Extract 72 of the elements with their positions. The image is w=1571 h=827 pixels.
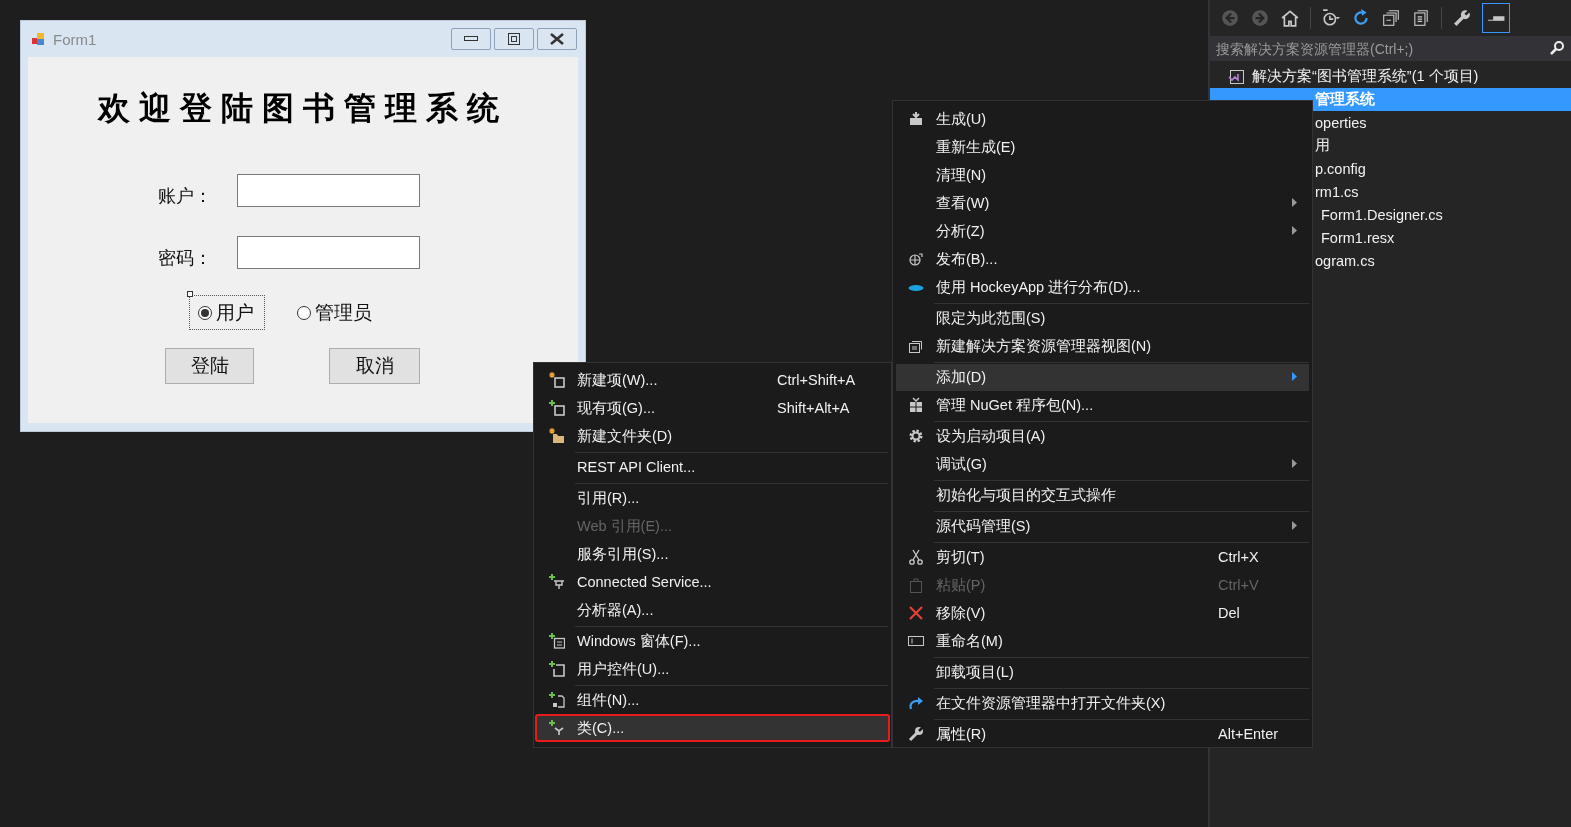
menu-item[interactable]: 调试(G) <box>894 450 1311 478</box>
copy-pages-icon[interactable] <box>1411 8 1431 28</box>
menu-item[interactable]: 服务引用(S)... <box>535 540 890 568</box>
gear-icon <box>908 428 924 444</box>
input-field[interactable] <box>237 235 420 269</box>
tree-item[interactable]: rm1.cs <box>1315 183 1359 200</box>
class-icon <box>549 720 565 736</box>
menu-item[interactable]: 清理(N) <box>894 161 1311 189</box>
history-icon[interactable] <box>1321 8 1341 28</box>
menu-item[interactable]: 重新生成(E) <box>894 133 1311 161</box>
menu-item[interactable]: 发布(B)... <box>894 245 1311 273</box>
menu-item[interactable]: 新建项(W)... Ctrl+Shift+A <box>535 366 890 394</box>
menu-item[interactable]: 新建解决方案资源管理器视图(N) <box>894 332 1311 360</box>
refresh-icon[interactable] <box>1351 8 1371 28</box>
search-field[interactable]: 搜索解决方案资源管理器(Ctrl+;) <box>1210 36 1571 61</box>
menu-item[interactable]: 新建文件夹(D) <box>535 422 890 450</box>
menu-item[interactable]: 用户控件(U)... <box>535 655 890 683</box>
build-icon <box>908 111 924 127</box>
new-item-icon <box>549 372 565 388</box>
close-icon <box>550 33 564 45</box>
window-title: Form1 <box>53 30 98 48</box>
maximize-button[interactable] <box>494 28 534 50</box>
menu-item[interactable]: 添加(D) <box>894 360 1311 391</box>
menu-item[interactable]: 分析器(A)... <box>535 596 890 624</box>
solution-icon <box>1228 68 1244 85</box>
form-button[interactable]: 登陆 <box>165 348 254 384</box>
control-icon <box>549 661 565 677</box>
search-icon <box>1549 40 1565 56</box>
tree-item[interactable]: Form1.Designer.cs <box>1321 206 1443 223</box>
collapse-icon[interactable] <box>1381 8 1401 28</box>
minimize-button[interactable] <box>451 28 491 50</box>
menu-item[interactable]: 现有项(G)... Shift+Alt+A <box>535 394 890 422</box>
menu-item[interactable]: 生成(U) <box>894 105 1311 133</box>
wrench-icon <box>908 726 924 742</box>
menu-item[interactable]: 移除(V) Del <box>894 599 1311 627</box>
menu-item[interactable]: 重命名(M) <box>894 627 1311 655</box>
tree-item[interactable]: 解决方案“图书管理系统”(1 个项目) <box>1252 67 1479 86</box>
tree-item[interactable]: 用 <box>1315 136 1330 155</box>
windows-icon <box>908 338 924 354</box>
heading: 欢迎登陆图书管理系统 <box>98 88 508 129</box>
close-button[interactable] <box>537 28 577 50</box>
rename-icon <box>908 633 924 649</box>
redo-arrow-icon <box>908 695 924 711</box>
tree-item[interactable]: p.config <box>1315 160 1366 177</box>
menu-item[interactable]: 管理 NuGet 程序包(N)... <box>894 391 1311 419</box>
maximize-icon <box>508 33 520 45</box>
globe-icon <box>908 251 924 267</box>
tree-item[interactable]: operties <box>1315 114 1367 131</box>
input-field[interactable] <box>237 173 420 207</box>
field-label: 账户： <box>158 185 213 208</box>
radio-button[interactable]: 管理员 <box>288 295 383 330</box>
tree-item[interactable]: ogram.cs <box>1315 252 1375 269</box>
minimize-icon <box>464 36 478 42</box>
component-icon <box>549 692 565 708</box>
add-item-icon <box>549 400 565 416</box>
package-icon <box>908 397 924 413</box>
home-icon[interactable] <box>1280 8 1300 28</box>
new-folder-icon <box>549 428 565 444</box>
wrench-icon[interactable] <box>1452 8 1472 28</box>
menu-item[interactable]: Connected Service... <box>535 568 890 596</box>
app-icon <box>31 31 47 47</box>
clipboard-icon <box>908 577 924 593</box>
form-button[interactable]: 取消 <box>329 348 420 384</box>
menu-item[interactable]: 查看(W) <box>894 189 1311 217</box>
scissors-icon <box>908 549 924 565</box>
tree-item[interactable]: Form1.resx <box>1321 229 1395 246</box>
form-icon <box>549 633 565 649</box>
menu-item[interactable]: 分析(Z) <box>894 217 1311 245</box>
remove-icon <box>908 605 924 621</box>
menu-item[interactable]: 类(C)... <box>535 714 890 742</box>
field-label: 密码： <box>158 247 213 270</box>
menu-item[interactable]: 使用 HockeyApp 进行分布(D)... <box>894 273 1311 301</box>
